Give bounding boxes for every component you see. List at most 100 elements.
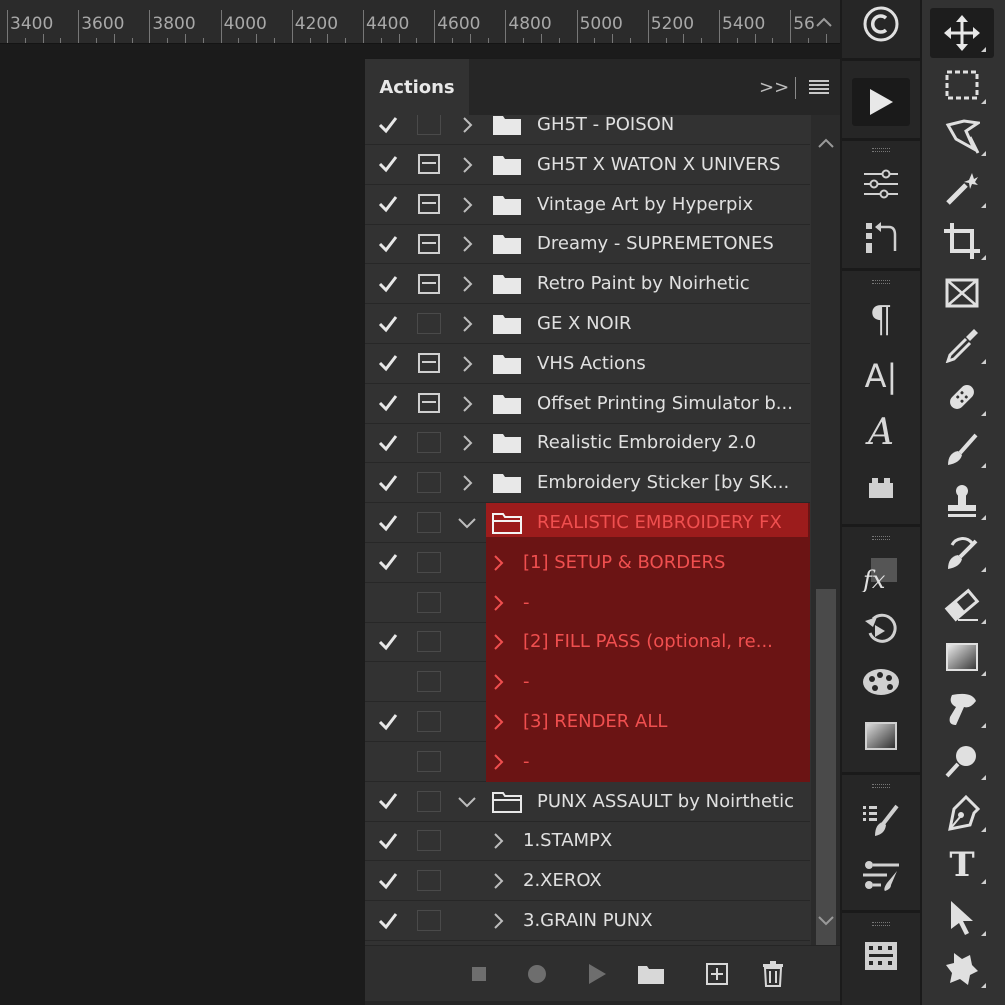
expand-right-icon[interactable] — [460, 473, 474, 493]
panel-resize-strip[interactable] — [365, 1001, 840, 1005]
action-set-row[interactable]: Vintage Art by Hyperpix — [365, 185, 810, 225]
toggle-dialog-checkbox[interactable] — [411, 702, 447, 741]
toggle-item-checkbox[interactable] — [365, 224, 411, 263]
expand-right-icon[interactable] — [460, 314, 474, 334]
healing-brush-icon[interactable] — [930, 372, 994, 422]
path-selection-icon[interactable] — [930, 892, 994, 942]
action-set-row[interactable]: Offset Printing Simulator b... — [365, 384, 810, 424]
swatches-icon[interactable] — [852, 658, 910, 706]
delete-icon[interactable] — [759, 960, 787, 988]
canvas-area[interactable] — [0, 45, 365, 1005]
toggle-dialog-checkbox[interactable] — [411, 115, 447, 144]
action-set-row[interactable]: REALISTIC EMBROIDERY FX — [365, 503, 810, 543]
smudge-tool-icon[interactable] — [930, 684, 994, 734]
eraser-icon[interactable] — [930, 580, 994, 630]
toggle-dialog-checkbox[interactable] — [411, 224, 447, 263]
action-set-row[interactable]: GH5T X WATON X UNIVERS — [365, 145, 810, 185]
toggle-dialog-checkbox[interactable] — [411, 384, 447, 423]
expand-right-icon[interactable] — [460, 394, 474, 414]
toggle-dialog-checkbox[interactable] — [411, 264, 447, 303]
toggle-item-checkbox[interactable] — [365, 622, 411, 661]
toggle-item-checkbox[interactable] — [365, 543, 411, 582]
action-set-row[interactable]: GH5T - POISON — [365, 115, 810, 145]
scroll-up-icon[interactable] — [816, 135, 836, 151]
record-icon[interactable] — [523, 960, 551, 988]
toggle-item-checkbox[interactable] — [365, 662, 411, 701]
play-icon[interactable] — [583, 960, 611, 988]
copyright-icon[interactable] — [852, 0, 910, 48]
expand-right-icon[interactable] — [491, 871, 505, 891]
toggle-dialog-checkbox[interactable] — [411, 304, 447, 343]
toggle-item-checkbox[interactable] — [365, 463, 411, 502]
scrollbar-thumb[interactable] — [816, 589, 836, 969]
toggle-dialog-checkbox[interactable] — [411, 463, 447, 502]
gradient-tool-icon[interactable] — [930, 632, 994, 682]
timeline-icon[interactable] — [852, 932, 910, 980]
move-tool-icon[interactable] — [930, 8, 994, 58]
expand-right-icon[interactable] — [491, 712, 505, 732]
toggle-dialog-checkbox[interactable] — [411, 503, 447, 542]
toggle-item-checkbox[interactable] — [365, 264, 411, 303]
action-set-row[interactable]: Retro Paint by Noirhetic — [365, 264, 810, 305]
action-row[interactable]: 2.XEROX — [365, 861, 810, 902]
history-icon[interactable] — [852, 604, 910, 652]
expand-right-icon[interactable] — [491, 752, 505, 772]
toggle-item-checkbox[interactable] — [365, 821, 411, 860]
toggle-dialog-checkbox[interactable] — [411, 901, 447, 940]
expand-right-icon[interactable] — [460, 155, 474, 175]
toggle-item-checkbox[interactable] — [365, 901, 411, 940]
eyedropper-icon[interactable] — [930, 320, 994, 370]
tab-actions[interactable]: Actions — [365, 59, 469, 115]
brush-settings-icon[interactable] — [852, 796, 910, 844]
toggle-dialog-checkbox[interactable] — [411, 861, 447, 900]
marquee-tool-icon[interactable] — [930, 60, 994, 110]
action-row[interactable]: [3] RENDER ALL — [365, 702, 810, 742]
stop-icon[interactable] — [465, 960, 493, 988]
toggle-dialog-checkbox[interactable] — [411, 543, 447, 582]
panel-menu-icon[interactable] — [809, 79, 829, 95]
toggle-dialog-checkbox[interactable] — [411, 662, 447, 701]
action-row[interactable]: - — [365, 741, 810, 782]
expand-right-icon[interactable] — [460, 234, 474, 254]
action-row[interactable]: 3.GRAIN PUNX — [365, 901, 810, 941]
expand-right-icon[interactable] — [460, 433, 474, 453]
action-set-row[interactable]: Dreamy - SUPREMETONES — [365, 224, 810, 265]
toggle-item-checkbox[interactable] — [365, 145, 411, 184]
adjustments-icon[interactable] — [852, 160, 910, 208]
toggle-item-checkbox[interactable] — [365, 115, 411, 144]
expand-right-icon[interactable] — [491, 553, 505, 573]
lasso-tool-icon[interactable] — [930, 112, 994, 162]
gradients-icon[interactable] — [852, 712, 910, 760]
toggle-item-checkbox[interactable] — [365, 185, 411, 224]
expand-right-icon[interactable] — [491, 831, 505, 851]
action-set-row[interactable]: PUNX ASSAULT by Noirthetic — [365, 782, 810, 822]
pen-tool-icon[interactable] — [930, 788, 994, 838]
paragraph-icon[interactable]: ¶ — [852, 296, 910, 344]
toggle-dialog-checkbox[interactable] — [411, 423, 447, 462]
expand-right-icon[interactable] — [460, 195, 474, 215]
history-brush-icon[interactable] — [930, 528, 994, 578]
expand-down-icon[interactable] — [457, 795, 476, 815]
type-tool-icon[interactable]: T — [930, 840, 994, 890]
toggle-item-checkbox[interactable] — [365, 344, 411, 383]
expand-right-icon[interactable] — [460, 274, 474, 294]
frame-tool-icon[interactable] — [930, 268, 994, 318]
expand-right-icon[interactable] — [491, 632, 505, 652]
action-row[interactable]: - — [365, 582, 810, 623]
clone-stamp-icon[interactable] — [930, 476, 994, 526]
toggle-dialog-checkbox[interactable] — [411, 821, 447, 860]
character-icon[interactable]: A| — [852, 352, 910, 400]
action-set-row[interactable]: Embroidery Sticker [by SK... — [365, 463, 810, 504]
toggle-dialog-checkbox[interactable] — [411, 145, 447, 184]
action-row[interactable]: - — [365, 662, 810, 703]
toggle-dialog-checkbox[interactable] — [411, 782, 447, 821]
action-set-row[interactable]: Realistic Embroidery 2.0 — [365, 423, 810, 464]
ruler-scroll-up-icon[interactable] — [814, 12, 834, 32]
custom-shape-icon[interactable] — [930, 944, 994, 994]
toggle-item-checkbox[interactable] — [365, 861, 411, 900]
action-row[interactable]: [2] FILL PASS (optional, re... — [365, 622, 810, 663]
action-set-row[interactable]: VHS Actions — [365, 344, 810, 384]
scroll-down-icon[interactable] — [816, 913, 836, 929]
expand-right-icon[interactable] — [491, 672, 505, 692]
action-row[interactable]: 1.STAMPX — [365, 821, 810, 862]
